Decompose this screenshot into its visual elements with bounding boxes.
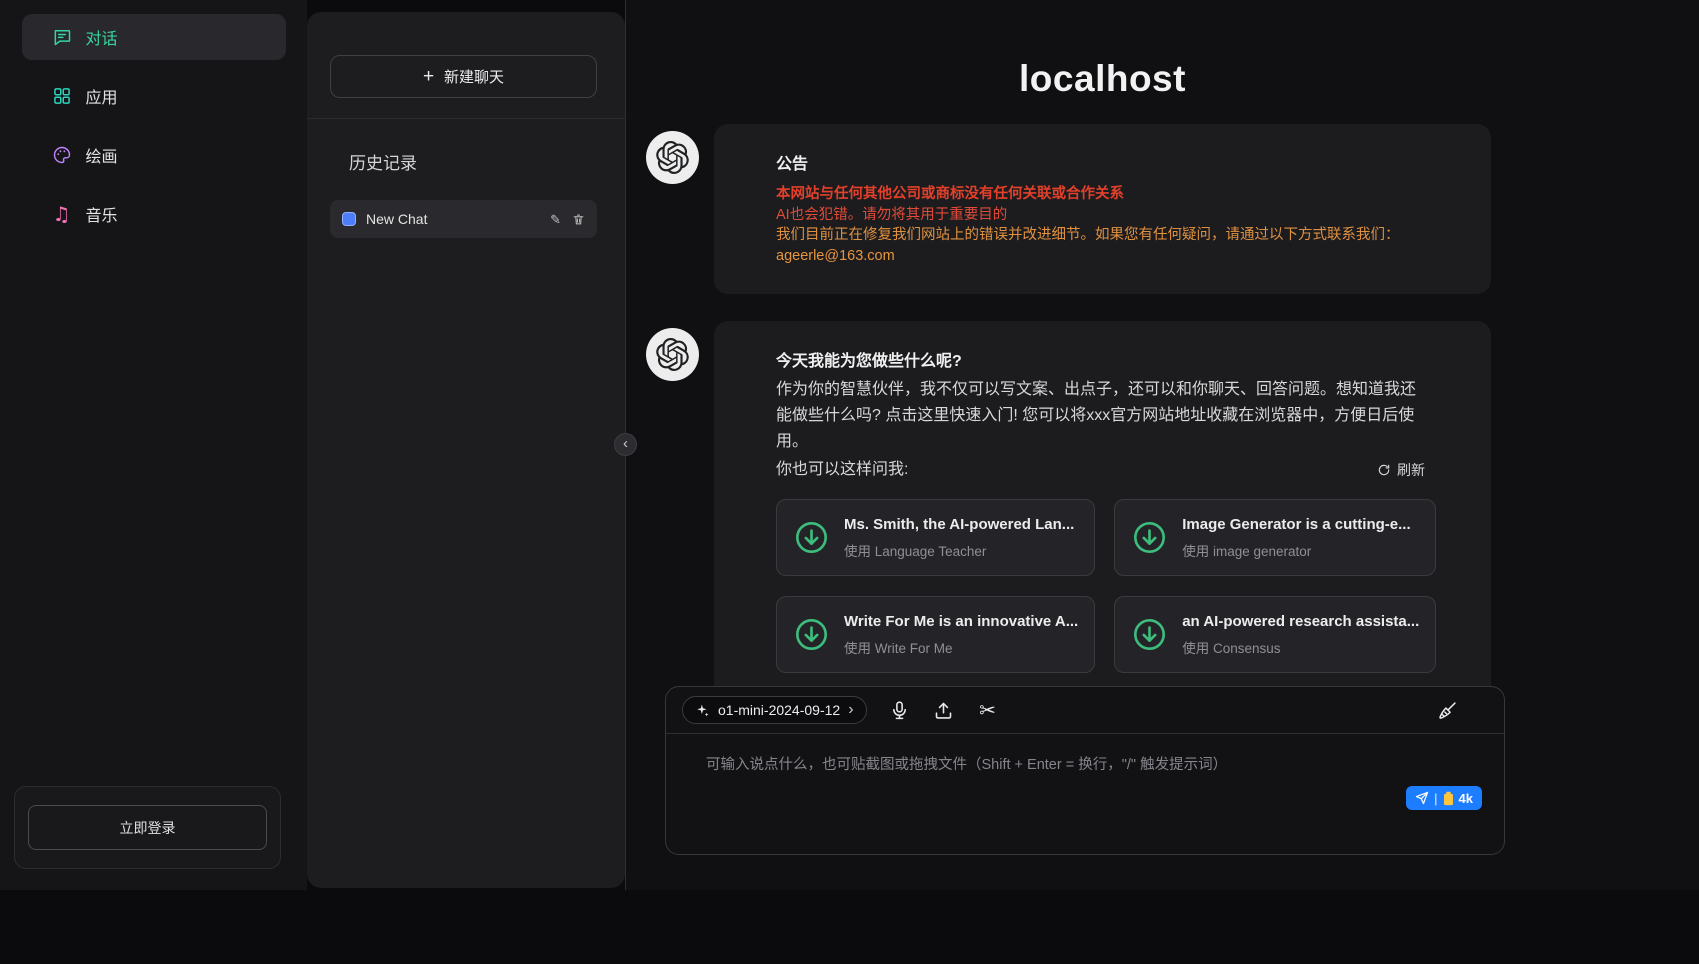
arrow-down-circle-icon <box>1131 616 1168 653</box>
history-top-section: + 新建聊天 <box>307 12 625 119</box>
arrow-down-circle-icon <box>1131 519 1168 556</box>
announcement-line-2: AI也会犯错。请勿将其用于重要目的 <box>776 205 1425 226</box>
send-icon <box>1415 791 1429 805</box>
message-announcement: 公告 本网站与任何其他公司或商标没有任何关联或合作关系 AI也会犯错。请勿将其用… <box>714 124 1491 294</box>
model-label: o1-mini-2024-09-12 <box>718 702 840 718</box>
arrow-down-circle-icon <box>793 616 830 653</box>
new-chat-button[interactable]: + 新建聊天 <box>330 55 597 98</box>
hint-row: 你也可以这样问我: 刷新 <box>776 457 1425 483</box>
chat-item-actions: ✎ <box>550 213 585 226</box>
suggestion-card[interactable]: Image Generator is a cutting-e... 使用 ima… <box>1114 499 1436 576</box>
model-selector[interactable]: o1-mini-2024-09-12 › <box>682 696 867 724</box>
announcement-line-1: 本网站与任何其他公司或商标没有任何关联或合作关系 <box>776 184 1425 205</box>
suggestion-title: Image Generator is a cutting-e... <box>1182 516 1410 533</box>
sidebar-item-label: 对话 <box>86 25 118 49</box>
token-count-badge[interactable]: | 4k <box>1406 786 1482 810</box>
suggestion-subtitle: 使用 Consensus <box>1182 637 1419 657</box>
bot-avatar <box>646 131 699 184</box>
chat-history-item[interactable]: New Chat ✎ <box>330 200 597 238</box>
arrow-down-circle-icon <box>793 519 830 556</box>
chat-item-title: New Chat <box>366 211 540 227</box>
battery-icon <box>1443 791 1454 806</box>
sidebar-item-music[interactable]: ♫ 音乐 <box>22 191 286 237</box>
sidebar-item-apps[interactable]: 应用 <box>22 73 286 119</box>
microphone-icon <box>889 700 910 721</box>
suggestion-card[interactable]: Write For Me is an innovative A... 使用 Wr… <box>776 596 1095 673</box>
bot-avatar <box>646 328 699 381</box>
composer-body: | 4k <box>666 734 1504 854</box>
sidebar: 对话 应用 绘画 ♫ 音乐 立即登录 <box>0 0 307 890</box>
sidebar-item-chat[interactable]: 对话 <box>22 14 286 60</box>
suggestion-card[interactable]: Ms. Smith, the AI-powered Lan... 使用 Lang… <box>776 499 1095 576</box>
music-note-icon: ♫ <box>52 204 72 224</box>
refresh-suggestions-button[interactable]: 刷新 <box>1377 460 1425 480</box>
microphone-button[interactable] <box>889 699 911 721</box>
sparkle-icon <box>695 703 710 718</box>
chevron-right-icon: › <box>848 702 853 718</box>
delete-icon[interactable] <box>572 213 585 226</box>
history-panel: + 新建聊天 历史记录 New Chat ✎ <box>307 12 625 888</box>
sidebar-item-label: 应用 <box>86 84 118 108</box>
upload-button[interactable] <box>933 699 955 721</box>
chat-main-area: localhost 公告 本网站与任何其他公司或商标没有任何关联或合作关系 AI… <box>626 0 1699 890</box>
chat-bubble-icon <box>52 27 72 47</box>
suggestion-subtitle: 使用 Language Teacher <box>844 540 1074 560</box>
token-count-label: 4k <box>1459 791 1473 806</box>
login-button[interactable]: 立即登录 <box>28 805 267 850</box>
composer-toolbar: o1-mini-2024-09-12 › ✂ <box>666 687 1504 734</box>
chevron-left-icon: ‹ <box>623 435 628 452</box>
screenshot-button[interactable]: ✂ <box>977 699 999 721</box>
history-heading: 历史记录 <box>349 149 625 174</box>
broom-icon <box>1437 700 1458 721</box>
sidebar-item-label: 绘画 <box>86 143 118 167</box>
suggestion-title: Ms. Smith, the AI-powered Lan... <box>844 516 1074 533</box>
announcement-title: 公告 <box>776 150 1425 174</box>
suggestion-grid: Ms. Smith, the AI-powered Lan... 使用 Lang… <box>776 499 1425 673</box>
welcome-card: 今天我能为您做些什么呢? 作为你的智慧伙伴，我不仅可以写文案、出点子，还可以和你… <box>714 321 1491 701</box>
suggestion-card[interactable]: an AI-powered research assista... 使用 Con… <box>1114 596 1436 673</box>
plus-icon: + <box>423 67 434 86</box>
refresh-label: 刷新 <box>1397 460 1425 480</box>
palette-icon <box>52 145 72 165</box>
upload-icon <box>933 700 954 721</box>
contact-email-link[interactable]: ageerle@163.com <box>776 248 895 264</box>
badge-divider: | <box>1434 791 1437 806</box>
scissors-icon: ✂ <box>979 700 996 720</box>
chat-color-swatch-icon <box>342 212 356 226</box>
sidebar-item-label: 音乐 <box>86 202 118 226</box>
message-welcome: 今天我能为您做些什么呢? 作为你的智慧伙伴，我不仅可以写文案、出点子，还可以和你… <box>714 321 1491 701</box>
page-title: localhost <box>714 58 1491 100</box>
welcome-body: 作为你的智慧伙伴，我不仅可以写文案、出点子，还可以和你聊天、回答问题。想知道我还… <box>776 377 1425 455</box>
login-panel: 立即登录 <box>14 786 281 869</box>
openai-logo-icon <box>656 338 689 371</box>
apps-grid-icon <box>52 86 72 106</box>
welcome-title: 今天我能为您做些什么呢? <box>776 347 1425 371</box>
suggestion-title: Write For Me is an innovative A... <box>844 613 1078 630</box>
clear-context-button[interactable] <box>1436 699 1458 721</box>
sidebar-item-draw[interactable]: 绘画 <box>22 132 286 178</box>
suggestion-title: an AI-powered research assista... <box>1182 613 1419 630</box>
refresh-icon <box>1377 463 1391 477</box>
edit-icon[interactable]: ✎ <box>550 213 561 226</box>
new-chat-label: 新建聊天 <box>444 66 504 87</box>
ask-hint: 你也可以这样问我: <box>776 457 908 483</box>
suggestion-subtitle: 使用 Write For Me <box>844 637 1078 657</box>
suggestion-subtitle: 使用 image generator <box>1182 540 1410 560</box>
openai-logo-icon <box>656 141 689 174</box>
announcement-card: 公告 本网站与任何其他公司或商标没有任何关联或合作关系 AI也会犯错。请勿将其用… <box>714 124 1491 294</box>
message-input[interactable] <box>666 734 1504 808</box>
composer: o1-mini-2024-09-12 › ✂ | 4k <box>665 686 1505 855</box>
collapse-sidebar-button[interactable]: ‹ <box>614 433 637 456</box>
announcement-line-3: 我们目前正在修复我们网站上的错误并改进细节。如果您有任何疑问，请通过以下方式联系… <box>776 225 1425 246</box>
